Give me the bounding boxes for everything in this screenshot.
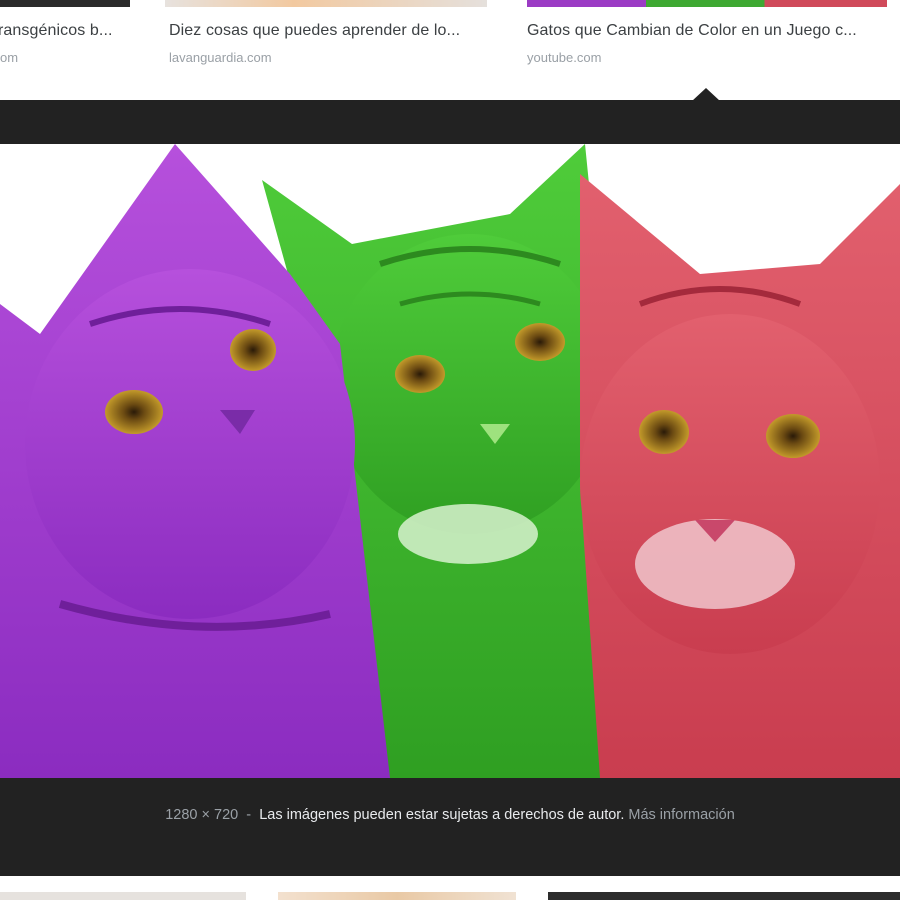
copyright-notice: Las imágenes pueden estar sujetas a dere… xyxy=(259,807,625,823)
result-card[interactable]: ransgénicos b... om xyxy=(0,0,130,100)
preview-image[interactable] xyxy=(0,144,900,778)
result-source: om xyxy=(0,50,19,65)
result-title[interactable]: Diez cosas que puedes aprender de lo... xyxy=(169,22,460,40)
result-thumbnail[interactable] xyxy=(548,892,900,900)
result-thumbnail[interactable] xyxy=(278,892,516,900)
result-card[interactable]: Diez cosas que puedes aprender de lo... … xyxy=(169,0,489,100)
image-meta-line: 1280 × 720 - Las imágenes pueden estar s… xyxy=(0,807,900,823)
image-dimensions: 1280 × 720 xyxy=(165,807,239,823)
result-source: lavanguardia.com xyxy=(169,50,272,65)
result-thumbnail[interactable] xyxy=(0,892,246,900)
results-row-bottom xyxy=(0,876,900,900)
results-row-top: ransgénicos b... om Diez cosas que puede… xyxy=(0,0,900,101)
result-source: youtube.com xyxy=(527,50,602,65)
more-info-link[interactable]: Más información xyxy=(628,807,734,823)
kittens-image xyxy=(0,144,900,778)
result-title[interactable]: Gatos que Cambian de Color en un Juego c… xyxy=(527,22,857,40)
result-card[interactable]: Gatos que Cambian de Color en un Juego c… xyxy=(527,0,897,100)
result-title[interactable]: ransgénicos b... xyxy=(0,22,128,40)
image-preview-panel: 1280 × 720 - Las imágenes pueden estar s… xyxy=(0,100,900,876)
meta-separator: - xyxy=(246,807,252,823)
